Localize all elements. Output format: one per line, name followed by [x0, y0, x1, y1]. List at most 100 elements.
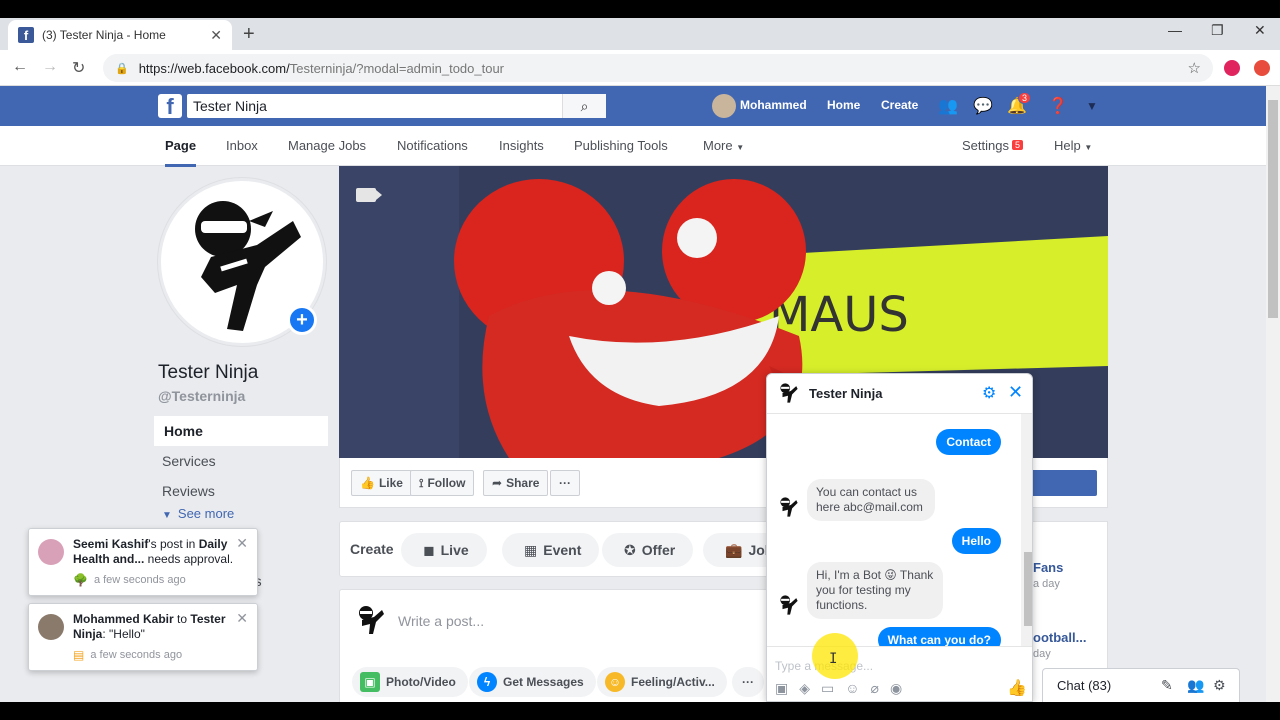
gif-icon[interactable]: ▭ [821, 680, 834, 697]
page-handle[interactable]: @Testerninja [158, 388, 245, 404]
video-camera-icon [356, 188, 382, 202]
left-nav-home[interactable]: Home [154, 416, 328, 446]
forward-icon[interactable]: → [42, 58, 58, 76]
page-avatar-icon [359, 606, 384, 634]
facebook-logo-icon[interactable]: f [158, 94, 182, 118]
notification-popup[interactable]: Mohammed Kabir to Tester Ninja: "Hello" … [28, 603, 258, 671]
close-window-icon[interactable]: ✕ [1254, 22, 1266, 39]
tab-publishing-tools[interactable]: Publishing Tools [574, 138, 668, 153]
follow-button[interactable]: ⟟ Follow [410, 470, 475, 496]
tab-settings[interactable]: Settings 5 [962, 138, 1023, 153]
thumbs-up-icon: 👍 [360, 476, 375, 490]
back-icon[interactable]: ← [12, 58, 28, 76]
create-label: Create [350, 541, 394, 557]
popup-time: ▤ a few seconds ago [73, 648, 183, 662]
new-tab-icon[interactable]: + [243, 23, 255, 46]
camera-icon[interactable]: ◉ [890, 680, 902, 697]
create-event-button[interactable]: ▦ Event [502, 533, 600, 567]
extension-icon[interactable] [1224, 60, 1240, 76]
chat-scrollbar[interactable] [1021, 414, 1032, 646]
tab-page[interactable]: Page [165, 138, 197, 167]
message-outgoing: What can you do? [877, 627, 1001, 646]
restore-icon[interactable]: ❐ [1211, 22, 1224, 39]
settings-badge: 5 [1011, 140, 1023, 150]
smiley-icon: ☺ [605, 672, 625, 692]
right-link-fans[interactable]: Fans [1033, 560, 1063, 575]
tab-insights[interactable]: Insights [499, 138, 544, 153]
minimize-icon[interactable]: — [1168, 22, 1182, 38]
tab-help[interactable]: Help ▼ [1054, 138, 1092, 153]
new-message-icon[interactable]: ✎ [1161, 677, 1173, 694]
chat-scrollbar-thumb[interactable] [1024, 552, 1032, 626]
chat-settings-gear-icon[interactable]: ⚙ [1213, 677, 1226, 694]
rss-icon: ⟟ [419, 475, 424, 490]
more-options-button[interactable]: ··· [550, 470, 580, 496]
right-link-football[interactable]: ootball... [1033, 630, 1086, 645]
get-messages-button[interactable]: ϟ Get Messages [469, 667, 596, 697]
attach-file-icon[interactable]: ⌀ [871, 680, 879, 697]
account-menu-chevron-down-icon[interactable]: ▼ [1086, 99, 1098, 113]
home-link[interactable]: Home [827, 98, 860, 112]
gear-icon[interactable]: ⚙ [982, 383, 996, 403]
chat-sidebar-bar[interactable]: Chat (83) ✎ 👥 ⚙ [1042, 668, 1240, 702]
composer-more-button[interactable]: ··· [732, 667, 764, 697]
friend-requests-icon[interactable]: 👥 [938, 96, 958, 116]
chat-avatar-icon [780, 383, 798, 403]
write-post-input[interactable]: Write a post... [398, 613, 484, 629]
photo-video-button[interactable]: ▣ Photo/Video [352, 667, 468, 697]
message-list[interactable]: Contact You can contact us here abc@mail… [767, 414, 1021, 646]
tab-strip: f (3) Tester Ninja - Home ✕ + — ❐ ✕ [0, 18, 1280, 50]
page-scrollbar[interactable] [1266, 86, 1280, 702]
bookmark-star-icon[interactable]: ☆ [1188, 59, 1201, 77]
close-icon[interactable]: ✕ [236, 610, 248, 627]
reload-icon[interactable]: ↻ [72, 58, 85, 78]
tab-manage-jobs[interactable]: Manage Jobs [288, 138, 366, 153]
like-button[interactable]: 👍 Like [351, 470, 412, 496]
left-nav-services[interactable]: Services [154, 446, 328, 476]
group-tree-icon: 🌳 [73, 573, 88, 587]
close-icon[interactable]: ✕ [236, 535, 248, 552]
sticker-icon[interactable]: ◈ [799, 680, 810, 697]
notification-popup[interactable]: Seemi Kashif's post in Daily Health and.… [28, 528, 258, 596]
browser-tab[interactable]: f (3) Tester Ninja - Home ✕ [8, 20, 232, 50]
user-avatar[interactable] [712, 94, 736, 118]
create-group-icon[interactable]: 👥 [1187, 677, 1204, 694]
search-input[interactable]: Tester Ninja ⌕ [187, 94, 606, 118]
extension-icon-2[interactable] [1254, 60, 1270, 76]
create-offer-button[interactable]: ✪ Offer [602, 533, 694, 567]
help-question-icon[interactable]: ❓ [1048, 96, 1068, 116]
briefcase-icon: 💼 [725, 541, 743, 558]
live-video-icon: ◼ [423, 541, 435, 558]
tab-inbox[interactable]: Inbox [226, 138, 258, 153]
message-input-area[interactable]: Type a message... ▣ ◈ ▭ ☺ ⌀ ◉ 👍 [767, 646, 1032, 701]
send-like-icon[interactable]: 👍 [1007, 678, 1027, 698]
primary-action-button[interactable] [1030, 470, 1097, 496]
messenger-header[interactable]: Tester Ninja ⚙ ✕ [767, 374, 1032, 414]
popup-time: 🌳 a few seconds ago [73, 573, 186, 587]
page-tabs-bar: Page Inbox Manage Jobs Notifications Ins… [0, 126, 1266, 167]
page-scrollbar-thumb[interactable] [1268, 100, 1278, 318]
share-button[interactable]: ➦ Share [483, 470, 549, 496]
page-name[interactable]: Tester Ninja [158, 362, 258, 384]
see-more-link[interactable]: ▼ See more [154, 506, 328, 521]
add-photo-icon[interactable]: ▣ [775, 680, 788, 697]
user-name-link[interactable]: Mohammed [740, 98, 807, 112]
address-row: ← → ↻ 🔒 https://web.facebook.com/Testern… [0, 50, 1280, 86]
feeling-activity-button[interactable]: ☺ Feeling/Activ... [597, 667, 727, 697]
create-live-button[interactable]: ◼ Live [401, 533, 487, 567]
popup-text: Mohammed Kabir to Tester Ninja: "Hello" [73, 612, 226, 641]
messenger-icon[interactable]: 💬 [973, 96, 993, 116]
emoji-icon[interactable]: ☺ [845, 680, 859, 697]
create-link[interactable]: Create [881, 98, 918, 112]
close-tab-icon[interactable]: ✕ [210, 27, 222, 44]
close-icon[interactable]: ✕ [1008, 382, 1023, 403]
search-icon[interactable]: ⌕ [562, 94, 606, 118]
tab-more[interactable]: More ▼ [703, 138, 744, 153]
messenger-bolt-icon: ϟ [477, 672, 497, 692]
photo-icon: ▣ [360, 672, 380, 692]
left-nav-reviews[interactable]: Reviews [154, 476, 328, 506]
chat-title[interactable]: Tester Ninja [809, 386, 882, 401]
tab-notifications[interactable]: Notifications [397, 138, 468, 153]
add-profile-photo-icon[interactable]: + [287, 305, 317, 335]
address-bar[interactable]: 🔒 https://web.facebook.com/Testerninja/?… [103, 54, 1213, 82]
